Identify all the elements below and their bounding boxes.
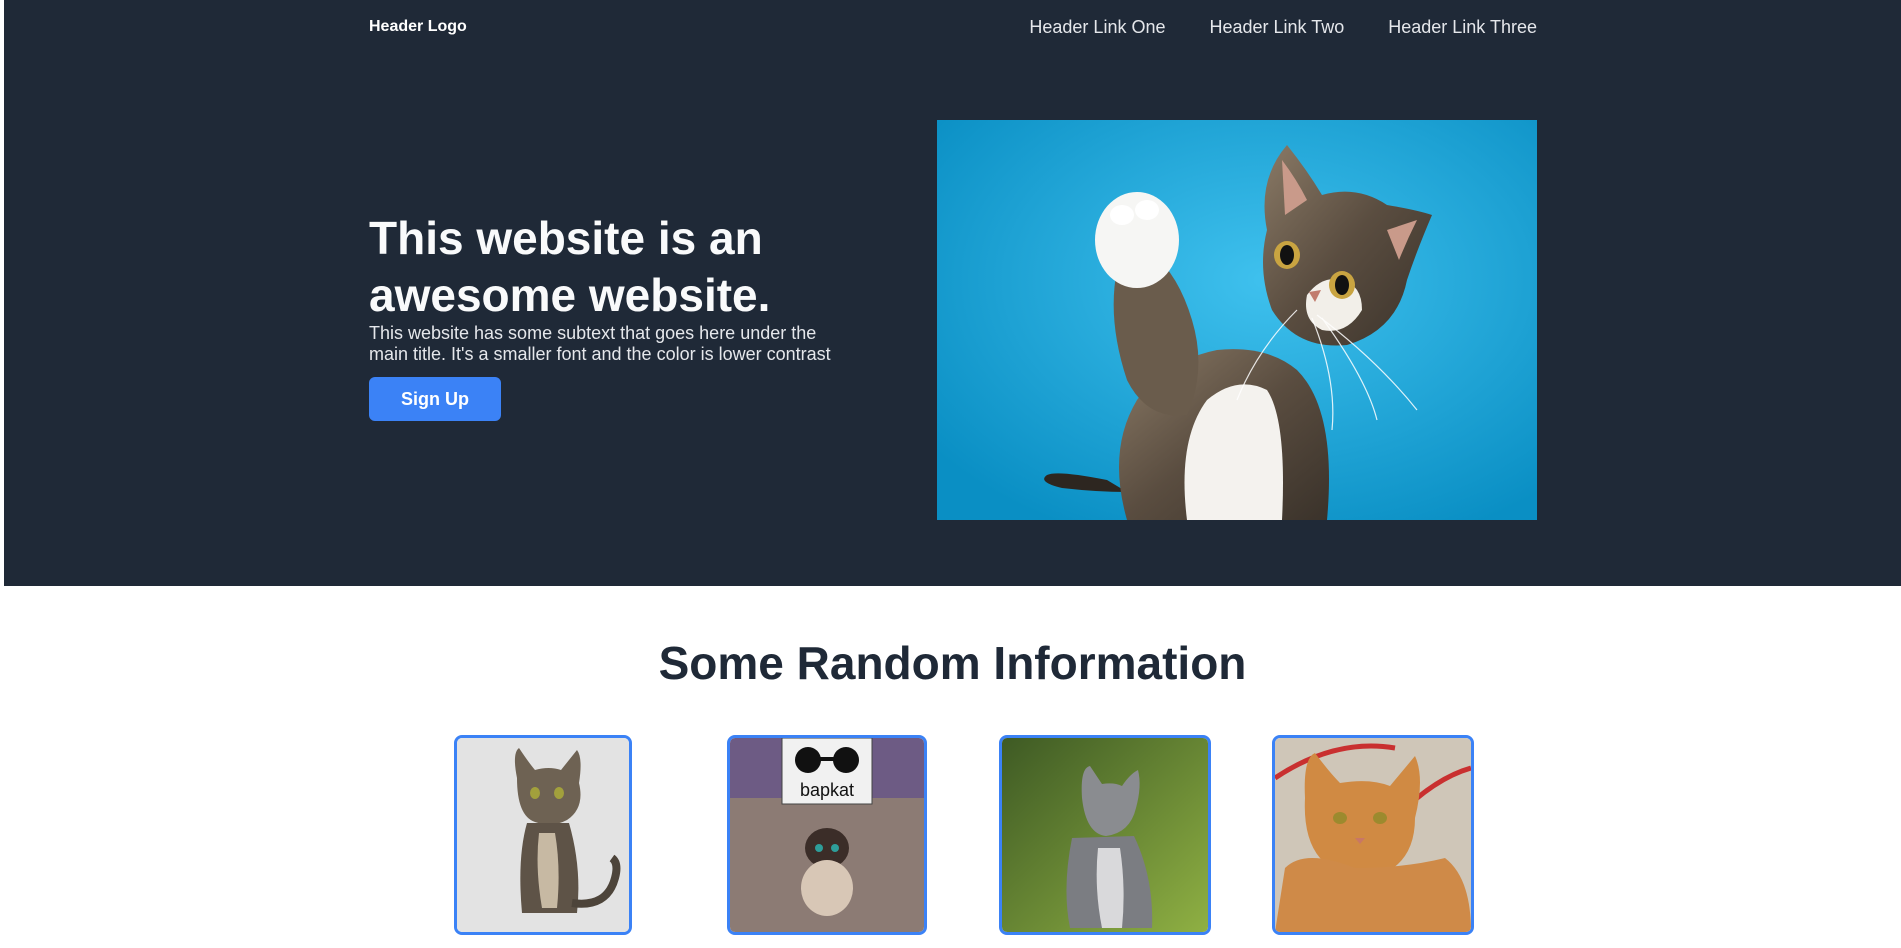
info-card-bapkat-cat: bapkat	[727, 735, 927, 935]
hero-title: This website is an awesome website.	[369, 212, 771, 321]
tabby-cat-image	[457, 738, 629, 932]
orange-cat-image	[1275, 738, 1471, 932]
section-title: Some Random Information	[658, 637, 1247, 689]
header-link-two[interactable]: Header Link Two	[1209, 17, 1344, 38]
sign-up-button[interactable]: Sign Up	[369, 377, 501, 421]
info-card-tabby-cat	[454, 735, 632, 935]
info-card-orange-cat	[1272, 735, 1474, 935]
hero-subtext: This website has some subtext that goes …	[369, 323, 831, 364]
bapkat-sign-text: bapkat	[800, 780, 854, 800]
header-logo[interactable]: Header Logo	[369, 18, 467, 36]
grey-kitten-image	[1002, 738, 1208, 932]
header-link-one[interactable]: Header Link One	[1029, 17, 1165, 38]
cat-waving-illustration	[937, 120, 1537, 520]
siamese-cat-image: bapkat	[730, 738, 924, 932]
hero-cat-image	[937, 120, 1537, 520]
info-card-grey-kitten	[999, 735, 1211, 935]
page: Header Logo Header Link One Header Link …	[0, 0, 1901, 948]
header-nav: Header Link One Header Link Two Header L…	[1029, 17, 1537, 38]
header-link-three[interactable]: Header Link Three	[1388, 17, 1537, 38]
